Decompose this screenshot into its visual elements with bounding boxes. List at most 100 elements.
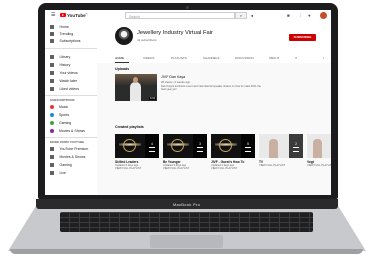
library-icon bbox=[50, 55, 54, 59]
view-full-playlist-link[interactable]: VIEW FULL PLAYLIST bbox=[115, 167, 159, 170]
sidebar-item-history[interactable]: History bbox=[50, 63, 70, 69]
tab-playlists[interactable]: PLAYLISTS bbox=[171, 56, 187, 60]
divider bbox=[45, 95, 97, 96]
channel-avatar bbox=[50, 129, 54, 134]
video-thumbnail[interactable]: 6:04 bbox=[115, 74, 157, 101]
hamburger-icon[interactable]: ☰ bbox=[51, 13, 56, 18]
channel-avatar[interactable] bbox=[115, 27, 133, 45]
view-full-playlist-link[interactable]: VIEW FULL PLAYLIST bbox=[259, 164, 303, 167]
playlist-card[interactable]: 3 Be Younger Updated 3 days ago VIEW FUL… bbox=[163, 134, 207, 170]
playlists-heading: Created playlists bbox=[115, 125, 144, 129]
video-title[interactable]: JIVF Dan Kaya bbox=[161, 75, 185, 79]
playlist-icon bbox=[197, 147, 203, 152]
gaming-icon bbox=[50, 163, 54, 167]
subscriptions-icon bbox=[50, 39, 54, 43]
playlist-icon bbox=[245, 147, 251, 152]
mic-icon[interactable]: ● bbox=[251, 13, 253, 18]
channel-avatar bbox=[50, 121, 54, 126]
create-video-icon[interactable]: ■ bbox=[287, 13, 290, 18]
playlist-icon bbox=[293, 147, 299, 152]
sidebar-item-youtube-premium[interactable]: YouTube Premium bbox=[50, 147, 88, 153]
playlist-icon bbox=[149, 147, 155, 152]
active-tab-indicator bbox=[115, 62, 129, 63]
youtube-logo-icon[interactable] bbox=[60, 13, 66, 17]
ring-graphic bbox=[219, 139, 232, 152]
divider bbox=[45, 48, 97, 49]
keyboard bbox=[60, 212, 313, 232]
subscribe-button[interactable]: SUBSCRIBE bbox=[289, 34, 316, 41]
channel-search-icon[interactable]: ⌕ bbox=[295, 55, 297, 60]
main-content: Jewellery Industry Virtual Fair 41 subsc… bbox=[97, 21, 331, 195]
channel-avatar bbox=[50, 105, 54, 110]
channel-header: Jewellery Industry Virtual Fair 41 subsc… bbox=[97, 21, 331, 63]
sidebar-item-live[interactable]: Live bbox=[50, 171, 66, 177]
person-figure bbox=[269, 139, 278, 158]
ring-graphic bbox=[123, 139, 136, 152]
view-full-playlist-link[interactable]: VIEW FULL PLAYLIST bbox=[163, 167, 207, 170]
playlist-thumbnail[interactable] bbox=[307, 134, 331, 158]
video-duration: 6:04 bbox=[149, 97, 156, 100]
playlist-thumbnail[interactable]: 4 bbox=[115, 134, 159, 158]
youtube-logo-text[interactable]: YouTubeIN bbox=[67, 13, 88, 18]
view-full-playlist-link[interactable]: VIEW FULL PLAYLIST bbox=[307, 164, 331, 167]
playlist-thumbnail[interactable]: 2 bbox=[259, 134, 303, 158]
playlist-thumbnail[interactable]: 5 bbox=[211, 134, 255, 158]
tab-videos[interactable]: VIDEOS bbox=[143, 56, 154, 60]
model-label: MacBook Pro bbox=[172, 202, 201, 207]
sidebar-item-trending[interactable]: Trending bbox=[50, 32, 73, 38]
playlist-count: 4 bbox=[151, 142, 153, 146]
person-figure bbox=[313, 139, 322, 158]
history-icon bbox=[50, 63, 54, 67]
search-input[interactable]: Search bbox=[125, 12, 235, 19]
apps-icon[interactable]: ⋮ bbox=[298, 13, 303, 19]
camera-icon bbox=[186, 6, 189, 9]
playlist-count-overlay: 5 bbox=[241, 134, 255, 158]
playlist-count-overlay: 4 bbox=[145, 134, 159, 158]
account-avatar[interactable] bbox=[320, 12, 327, 19]
subscriber-count: 41 subscribers bbox=[137, 38, 157, 42]
playlist-card[interactable]: Vogt VIEW FULL PLAYLIST bbox=[307, 134, 331, 167]
playlist-count-overlay: 3 bbox=[193, 134, 207, 158]
screen: ☰ YouTubeIN Search ⌕ ● ■ ⋮ ● Home Trendi… bbox=[45, 10, 331, 195]
sidebar-sub-gaming[interactable]: Gaming bbox=[50, 121, 71, 127]
sidebar-item-liked-videos[interactable]: Liked videos bbox=[50, 87, 79, 93]
sidebar-sub-movies[interactable]: Movies & Shows bbox=[50, 129, 85, 135]
speaker-figure bbox=[130, 77, 141, 101]
channel-avatar bbox=[50, 113, 54, 118]
tab-home[interactable]: HOME bbox=[115, 56, 124, 60]
sidebar-item-your-videos[interactable]: Your videos bbox=[50, 71, 78, 77]
your-videos-icon bbox=[50, 71, 54, 75]
trackpad bbox=[150, 235, 223, 248]
playlist-card[interactable]: 4 Skilled Leaders Updated 3 days ago VIE… bbox=[115, 134, 159, 170]
playlist-card[interactable]: 5 JIVF - Guest's How To Updated 3 days a… bbox=[211, 134, 255, 170]
divider bbox=[45, 137, 97, 138]
subscriptions-heading: SUBSCRIPTIONS bbox=[50, 98, 75, 102]
playlist-count: 2 bbox=[295, 142, 297, 146]
channel-title: Jewellery Industry Virtual Fair bbox=[137, 30, 213, 36]
playlist-thumbnail[interactable]: 3 bbox=[163, 134, 207, 158]
tab-discussion[interactable]: DISCUSSION bbox=[235, 56, 254, 60]
sidebar-sub-music[interactable]: Music bbox=[50, 105, 68, 111]
sidebar-item-gaming[interactable]: Gaming bbox=[50, 163, 72, 169]
playlist-count-overlay: 2 bbox=[289, 134, 303, 158]
sidebar-item-watch-later[interactable]: Watch later bbox=[50, 79, 77, 85]
chevron-right-icon[interactable]: › bbox=[323, 55, 324, 60]
movies-icon bbox=[50, 155, 54, 159]
liked-videos-icon bbox=[50, 87, 54, 91]
uploads-heading: Uploads bbox=[115, 67, 130, 71]
playlist-card[interactable]: 2 TV VIEW FULL PLAYLIST bbox=[259, 134, 303, 167]
sidebar: Home Trending Subscriptions Library Hist… bbox=[45, 21, 97, 195]
search-icon[interactable]: ⌕ bbox=[235, 12, 247, 19]
sidebar-item-movies[interactable]: Movies & Shows bbox=[50, 155, 85, 161]
view-full-playlist-link[interactable]: VIEW FULL PLAYLIST bbox=[211, 167, 255, 170]
sidebar-sub-sports[interactable]: Sports bbox=[50, 113, 69, 119]
tab-about[interactable]: ABOUT bbox=[269, 56, 279, 60]
tab-channels[interactable]: CHANNELS bbox=[203, 56, 219, 60]
sidebar-item-subscriptions[interactable]: Subscriptions bbox=[50, 39, 81, 45]
sidebar-item-library[interactable]: Library bbox=[50, 55, 70, 61]
playlist-count: 3 bbox=[199, 142, 201, 146]
more-from-youtube-heading: MORE FROM YOUTUBE bbox=[50, 140, 85, 144]
video-meta: 26 views • 4 weeks ago bbox=[161, 80, 191, 84]
sidebar-item-home[interactable]: Home bbox=[50, 25, 69, 31]
notifications-icon[interactable]: ● bbox=[308, 13, 311, 18]
